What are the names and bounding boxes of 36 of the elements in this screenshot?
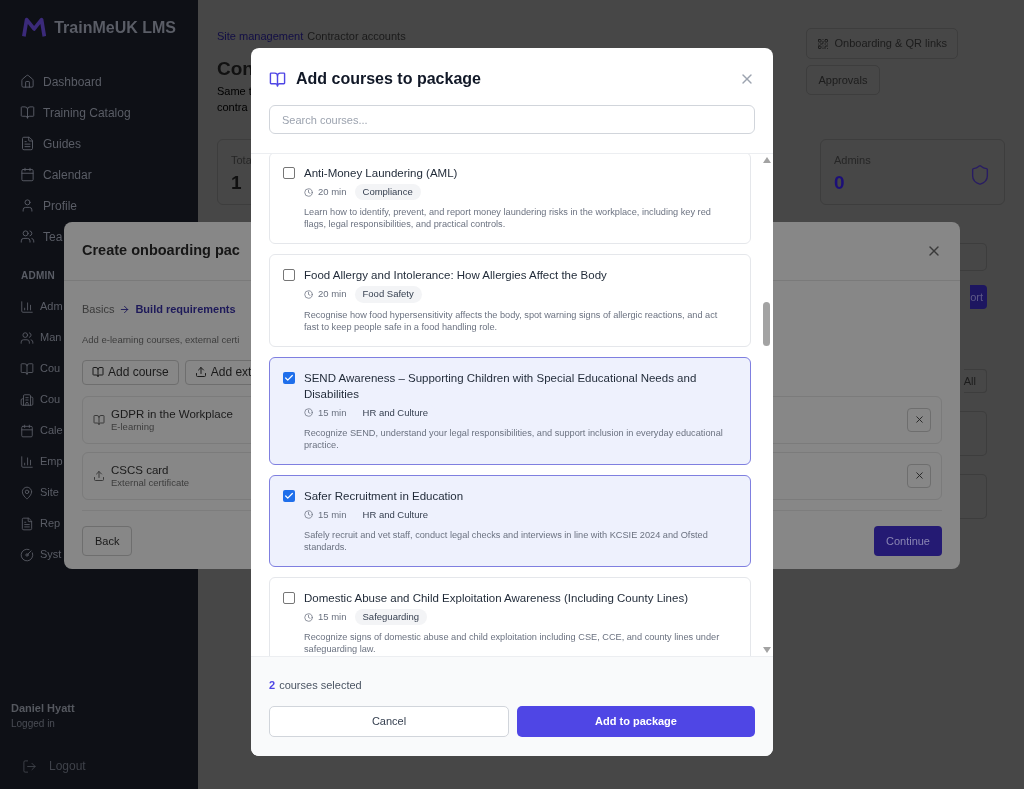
user-status: Logged in [11, 717, 56, 731]
requirement-title: CSCS card [111, 462, 169, 477]
step-label: Basics [82, 302, 115, 317]
category-tag: Compliance [354, 184, 421, 201]
course-duration: 15 min [318, 610, 347, 624]
page-subtitle: contra [217, 100, 248, 115]
user-name: Daniel Hyatt [11, 700, 76, 716]
category-tag: Food Safety [354, 286, 422, 303]
course-title: Safer Recruitment in Education [304, 488, 465, 504]
course-title: Anti-Money Laundering (AML) [304, 166, 459, 181]
course-duration: 20 min [318, 287, 347, 302]
course-description: Recognise how food hypersensitivity affects the body, spot warning signs of allergic reactions, and act fast to keep people safe in a food handling role. [304, 308, 719, 333]
step-label: Build requirements [135, 302, 236, 317]
course-description: Recognize SEND, understand your legal responsibilities, and support inclusion in everyday educational practice. [304, 426, 724, 451]
section-label: ADMIN [21, 269, 56, 283]
course-duration: 20 min [318, 185, 347, 199]
dialog-title: Create onboarding pac [82, 241, 240, 261]
brand-name: TrainMeUK LMS [54, 18, 176, 38]
stat-value: 1 [231, 170, 242, 195]
requirement-type: External certificate [111, 476, 190, 489]
course-description: Learn how to identify, prevent, and report money laundering risks in the workplace, including key red flags, legal responsibilities, and practical controls. [304, 206, 712, 231]
course-title: SEND Awareness – Supporting Children with Special Educational Needs and Disabilities [304, 370, 698, 402]
hint-text: Add e-learning courses, external certi [82, 332, 241, 347]
course-duration: 15 min [318, 507, 347, 522]
selected-count: 2 [269, 677, 276, 693]
course-description: Safely recruit and vet staff, conduct legal checks and interviews in line with KCSIE 2024 and Ofsted standards. [304, 529, 709, 553]
category-tag: Safeguarding [354, 609, 428, 626]
course-title: Food Allergy and Intolerance: How Allergies Affect the Body [304, 268, 608, 284]
selected-label: courses selected [279, 677, 362, 693]
requirement-title: GDPR in the Workplace [111, 406, 233, 421]
requirement-type: E-learning [111, 420, 155, 433]
dialog-title: Add courses to package [296, 69, 481, 89]
stat-value: 0 [834, 170, 846, 195]
course-title: Domestic Abuse and Child Exploitation Awareness (Including County Lines) [304, 591, 689, 606]
course-duration: 15 min [318, 405, 347, 420]
course-description: Recognize signs of domestic abuse and child exploitation including CSE, CCE, and county lines under safeguarding law. [304, 631, 721, 656]
